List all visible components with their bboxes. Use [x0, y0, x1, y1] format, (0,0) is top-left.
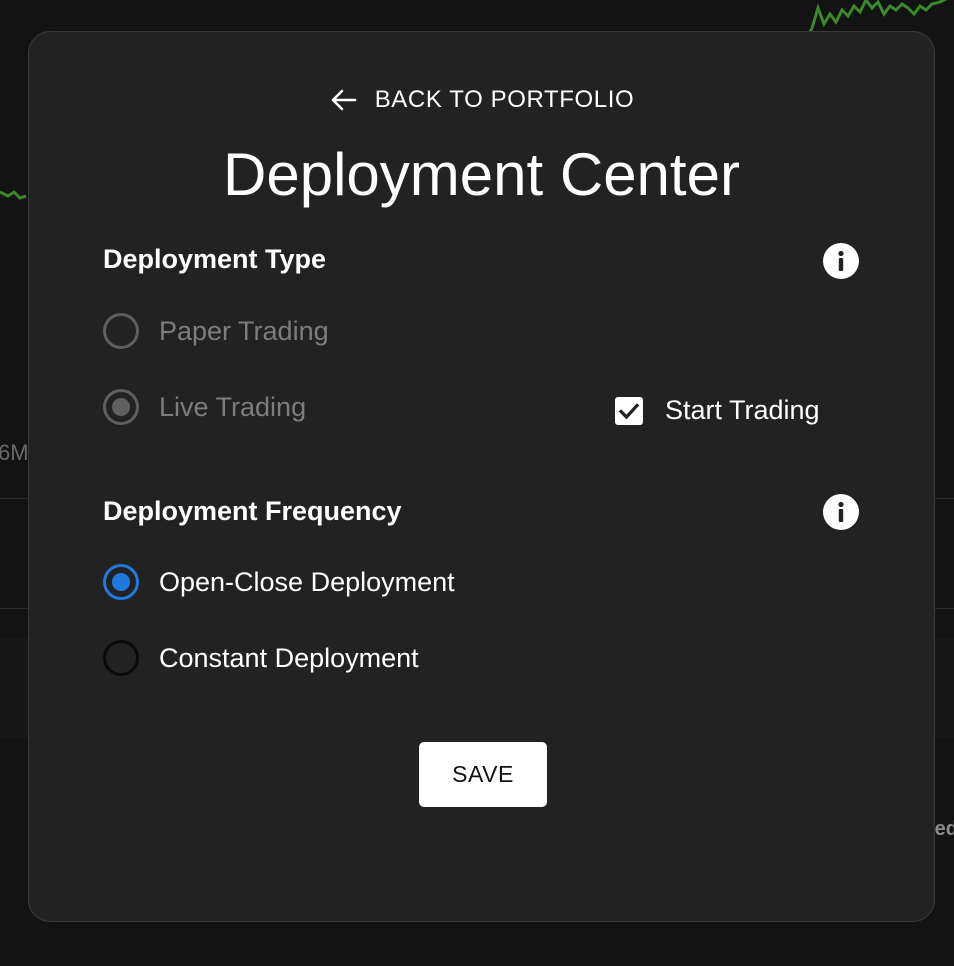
save-button[interactable]: SAVE — [419, 742, 547, 807]
deployment-type-heading: Deployment Type — [103, 244, 327, 274]
background-range-label: 6M — [0, 440, 29, 465]
deployment-center-dialog: BACK TO PORTFOLIO Deployment Center Depl… — [28, 31, 935, 922]
start-trading-label: Start Trading — [665, 395, 820, 425]
radio-label: Constant Deployment — [159, 642, 419, 673]
radio-constant-deployment[interactable]: Constant Deployment — [103, 640, 419, 676]
dialog-title: Deployment Center — [223, 141, 740, 208]
start-trading-checkbox[interactable]: Start Trading — [615, 395, 820, 426]
back-link-label: BACK TO PORTFOLIO — [374, 86, 635, 113]
radio-live-trading[interactable]: Live Trading — [103, 389, 306, 425]
checkbox[interactable] — [615, 396, 643, 425]
info-icon[interactable] — [823, 494, 859, 530]
radio-open-close-deployment[interactable]: Open-Close Deployment — [103, 564, 455, 600]
radio-label: Paper Trading — [159, 315, 329, 346]
deployment-frequency-heading: Deployment Frequency — [103, 496, 402, 526]
radio-button[interactable] — [103, 564, 139, 600]
radio-paper-trading[interactable]: Paper Trading — [103, 313, 329, 349]
background-column-label: ed — [934, 818, 954, 840]
radio-button[interactable] — [103, 389, 139, 425]
info-icon[interactable] — [823, 243, 859, 279]
background-chart-line-left — [0, 190, 27, 200]
back-to-portfolio-link[interactable]: BACK TO PORTFOLIO — [29, 86, 934, 114]
checkmark-icon — [618, 402, 640, 419]
radio-button[interactable] — [103, 640, 139, 676]
arrow-left-icon — [331, 89, 356, 111]
radio-button[interactable] — [103, 313, 139, 349]
radio-label: Live Trading — [159, 391, 307, 422]
radio-label: Open-Close Deployment — [159, 566, 455, 597]
